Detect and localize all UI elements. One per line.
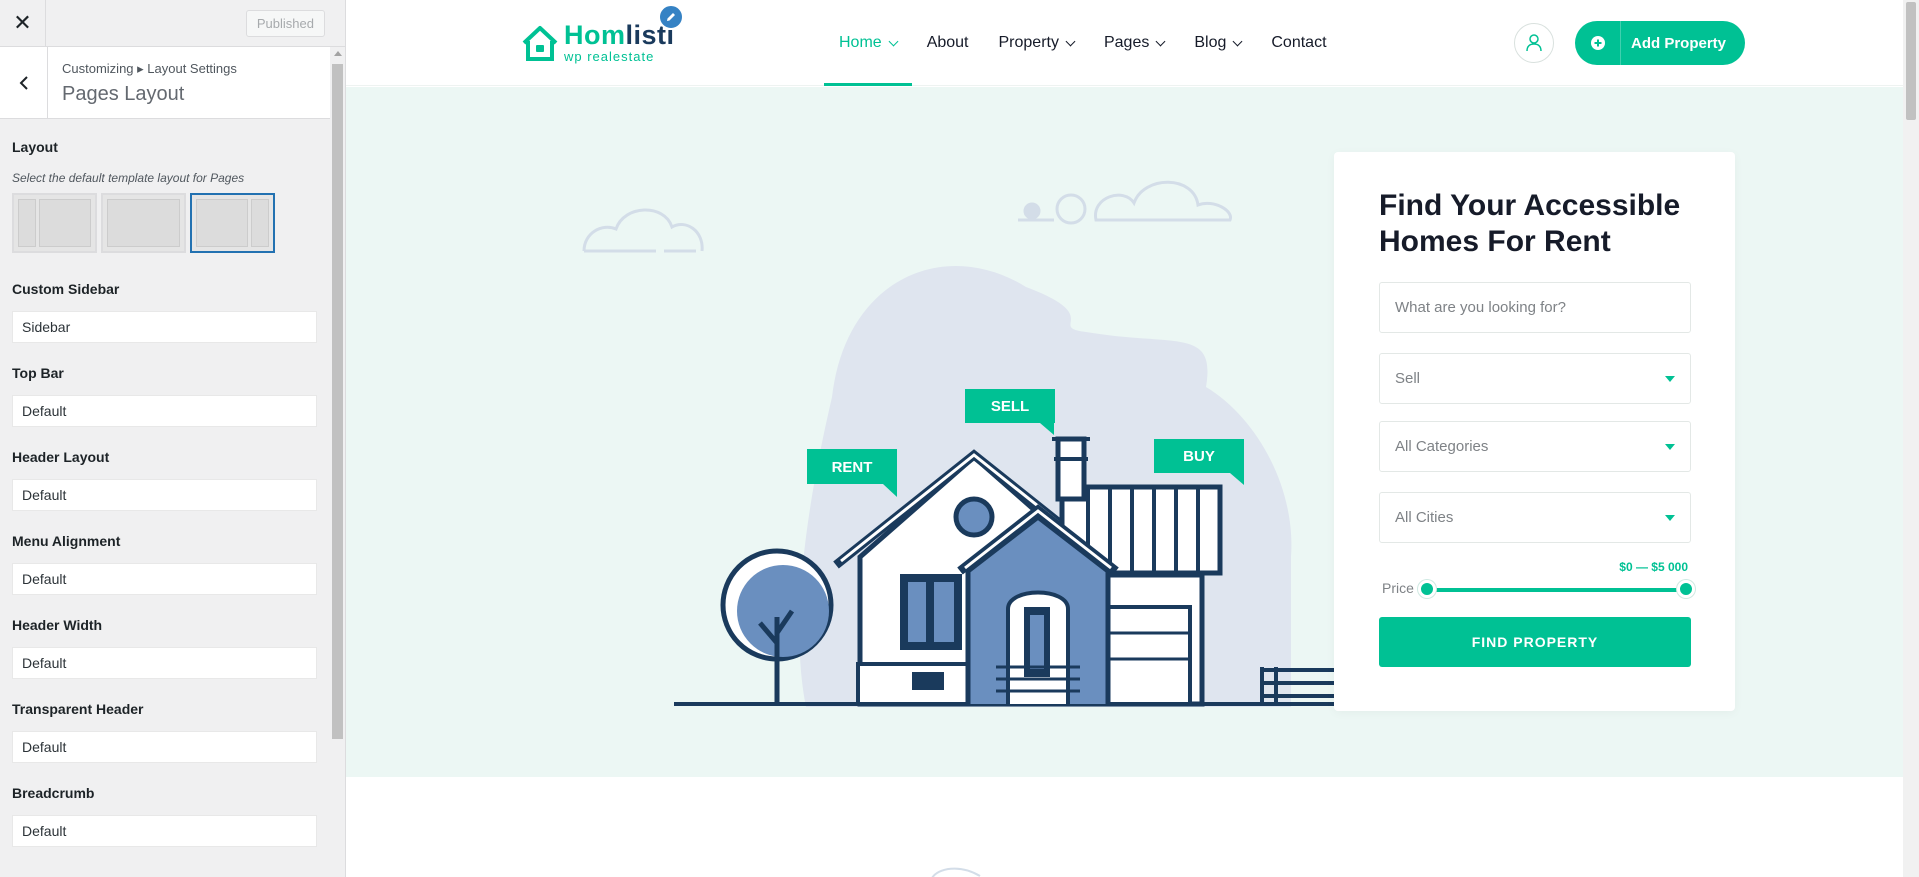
customizer-controls: Layout Select the default template layou… xyxy=(0,119,330,847)
field-label: Header Layout xyxy=(12,449,110,465)
layout-option-left-sidebar[interactable] xyxy=(12,193,97,253)
nav-item-property[interactable]: Property xyxy=(984,0,1089,86)
price-slider-min-handle[interactable] xyxy=(1418,580,1436,598)
sell-tag-label: SELL xyxy=(991,398,1029,415)
field-label: Transparent Header xyxy=(12,701,144,717)
site-preview: Homlisti wp realestate Home About Proper… xyxy=(346,0,1903,877)
hero-section: RENT SELL BUY Find Your Accessible Homes… xyxy=(346,87,1903,777)
listing-type-select[interactable]: Sell xyxy=(1379,353,1691,404)
chevron-down-icon xyxy=(1232,36,1243,46)
rent-tag-label: RENT xyxy=(832,459,873,476)
close-icon[interactable]: ✕ xyxy=(0,0,46,46)
house-logo-icon xyxy=(522,26,558,61)
field-label: Breadcrumb xyxy=(12,785,95,801)
caret-down-icon xyxy=(1665,376,1675,382)
price-slider-track[interactable] xyxy=(1427,588,1686,592)
breadcrumb: Customizing ▸ Layout Settings xyxy=(62,61,237,76)
top-bar-select[interactable]: Default xyxy=(12,395,317,427)
category-select[interactable]: All Categories xyxy=(1379,421,1691,472)
select-value: Sell xyxy=(1395,370,1421,387)
main-nav: Home About Property Pages Blog Contact xyxy=(824,0,1342,86)
price-label: Price xyxy=(1382,580,1414,596)
customizer-topbar: ✕ Published xyxy=(0,0,345,47)
buy-tag-label: BUY xyxy=(1183,448,1215,465)
field-label: Custom Sidebar xyxy=(12,281,120,297)
nav-label: Pages xyxy=(1103,34,1150,51)
house-illustration: RENT SELL BUY xyxy=(582,180,1337,707)
field-label: Header Width xyxy=(12,617,103,633)
header-width-control: Header Width Default xyxy=(0,617,330,679)
scroll-up-icon[interactable] xyxy=(334,51,342,56)
search-card-title: Find Your Accessible Homes For Rent xyxy=(1379,189,1681,258)
field-label: Menu Alignment xyxy=(12,533,121,549)
transparent-header-control: Transparent Header Default xyxy=(0,701,330,763)
nav-item-pages[interactable]: Pages xyxy=(1089,0,1179,86)
custom-sidebar-control: Custom Sidebar Sidebar xyxy=(0,281,330,343)
layout-description: Select the default template layout for P… xyxy=(12,171,245,185)
layout-option-full-width[interactable] xyxy=(101,193,186,253)
custom-sidebar-select[interactable]: Sidebar xyxy=(12,311,317,343)
edit-pencil-icon[interactable] xyxy=(658,4,684,30)
top-bar-control: Top Bar Default xyxy=(0,365,330,427)
keyword-search-input[interactable]: What are you looking for? xyxy=(1379,282,1691,333)
header-layout-select[interactable]: Default xyxy=(12,479,317,511)
nav-label: Contact xyxy=(1271,34,1327,51)
customizer-panel: ✕ Published Customizing ▸ Layout Setting… xyxy=(0,0,346,877)
published-button[interactable]: Published xyxy=(245,10,325,37)
nav-item-about[interactable]: About xyxy=(912,0,984,86)
chevron-down-icon xyxy=(888,36,899,46)
scrollbar-thumb[interactable] xyxy=(332,64,343,739)
nav-item-blog[interactable]: Blog xyxy=(1179,0,1256,86)
user-account-button[interactable] xyxy=(1514,23,1554,63)
find-property-button[interactable]: FIND PROPERTY xyxy=(1379,617,1691,667)
price-slider-max-handle[interactable] xyxy=(1677,580,1695,598)
cloud-icon xyxy=(931,867,981,877)
panel-title: Pages Layout xyxy=(62,83,185,105)
header-layout-control: Header Layout Default xyxy=(0,449,330,511)
menu-alignment-control: Menu Alignment Default xyxy=(0,533,330,595)
layout-control: Layout Select the default template layou… xyxy=(0,139,330,253)
nav-item-home[interactable]: Home xyxy=(824,0,912,86)
layout-option-right-sidebar[interactable] xyxy=(190,193,275,253)
customizer-section-header: Customizing ▸ Layout Settings Pages Layo… xyxy=(0,47,330,119)
back-arrow-icon[interactable] xyxy=(0,47,48,119)
layout-label: Layout xyxy=(12,139,58,155)
cloud-icon xyxy=(582,208,704,253)
city-select[interactable]: All Cities xyxy=(1379,492,1691,543)
chevron-down-icon xyxy=(1065,36,1076,46)
add-property-button[interactable]: Add Property xyxy=(1575,21,1745,65)
layout-options xyxy=(12,193,330,253)
keyword-placeholder: What are you looking for? xyxy=(1395,299,1566,316)
header-width-select[interactable]: Default xyxy=(12,647,317,679)
caret-down-icon xyxy=(1665,515,1675,521)
select-value: All Cities xyxy=(1395,509,1454,526)
site-logo[interactable]: Homlisti wp realestate xyxy=(520,20,675,66)
nav-label: Home xyxy=(839,34,882,51)
menu-alignment-select[interactable]: Default xyxy=(12,563,317,595)
site-header: Homlisti wp realestate Home About Proper… xyxy=(346,0,1903,86)
preview-scrollbar[interactable] xyxy=(1903,0,1919,877)
caret-down-icon xyxy=(1665,444,1675,450)
nav-label: Property xyxy=(998,34,1059,51)
customizer-scrollbar[interactable] xyxy=(330,47,345,877)
property-search-card: Find Your Accessible Homes For Rent What… xyxy=(1334,152,1735,711)
plus-circle-icon xyxy=(1575,21,1621,65)
nav-label: About xyxy=(926,34,969,51)
breadcrumb-select[interactable]: Default xyxy=(12,815,317,847)
chevron-down-icon xyxy=(1155,36,1166,46)
breadcrumb-control: Breadcrumb Default xyxy=(0,785,330,847)
field-label: Top Bar xyxy=(12,365,64,381)
price-range-value: $0 — $5 000 xyxy=(1619,560,1688,574)
logo-name: Homlisti xyxy=(564,22,675,49)
transparent-header-select[interactable]: Default xyxy=(12,731,317,763)
logo-tagline: wp realestate xyxy=(564,49,655,64)
scrollbar-thumb[interactable] xyxy=(1906,2,1916,120)
logo-name-part1: Hom xyxy=(564,20,626,50)
select-value: All Categories xyxy=(1395,438,1489,455)
nav-item-contact[interactable]: Contact xyxy=(1256,0,1341,86)
nav-label: Blog xyxy=(1194,34,1227,51)
add-property-label: Add Property xyxy=(1631,34,1727,52)
cloud-icon xyxy=(1018,180,1232,225)
user-icon xyxy=(1526,34,1542,52)
